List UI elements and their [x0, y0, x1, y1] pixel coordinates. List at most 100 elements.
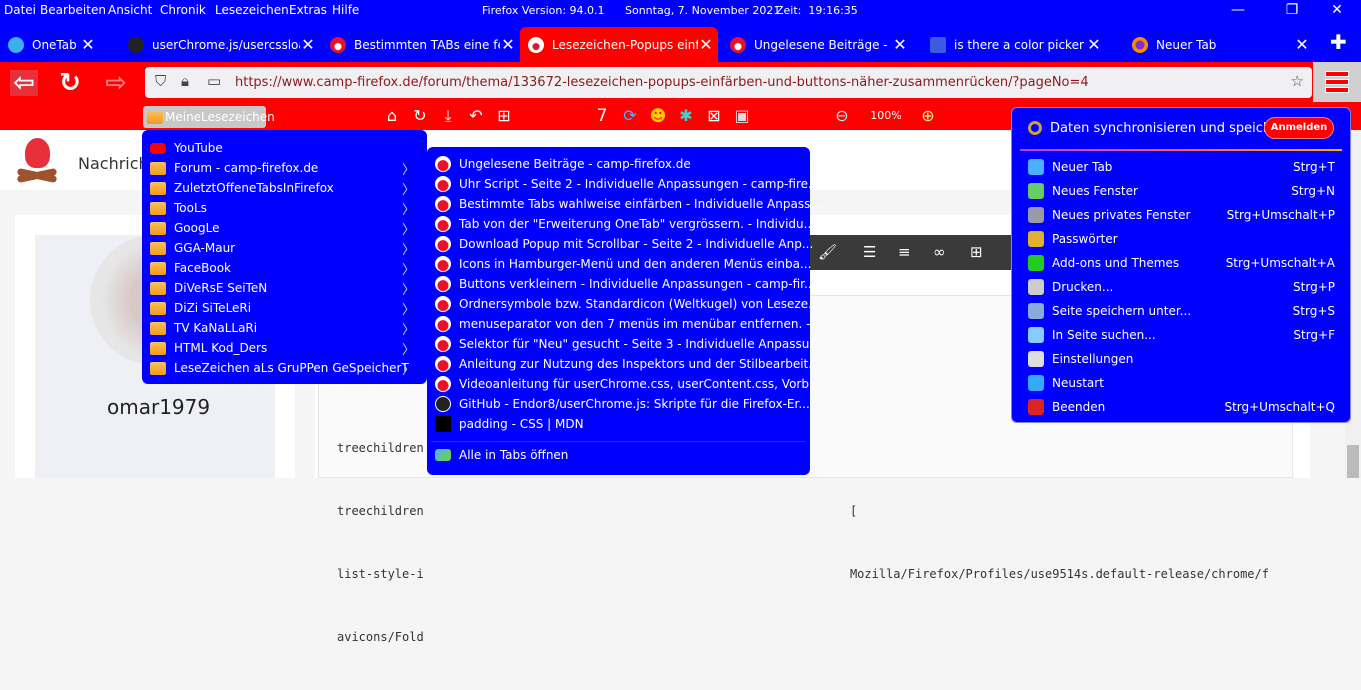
zoom-level[interactable]: 100%: [868, 106, 904, 126]
reload-button[interactable]: ↻: [56, 70, 84, 96]
app-menu-item[interactable]: Passwörter: [1012, 227, 1350, 251]
zoom-in-icon[interactable]: ⊕: [918, 106, 938, 126]
open-all-in-tabs[interactable]: Alle in Tabs öffnen: [427, 445, 810, 465]
bookmark-item[interactable]: Selektor für "Neu" gesucht - Seite 3 - I…: [427, 334, 821, 354]
grid-icon[interactable]: ⊞: [494, 106, 514, 126]
bookmark-folder-item[interactable]: HTML Kod_Ders 〉: [142, 338, 427, 358]
app-menu-item[interactable]: Neues Fenster Strg+N: [1012, 179, 1350, 203]
bookmark-folder-item[interactable]: Forum - camp-firefox.de 〉: [142, 158, 427, 178]
close-tab-icon[interactable]: ✕: [500, 35, 516, 54]
menu-lesezeichen[interactable]: Lesezeichen: [215, 3, 289, 17]
reader-icon[interactable]: ▭: [207, 72, 221, 90]
menu-ansicht[interactable]: Ansicht: [108, 3, 152, 17]
app-menu-item[interactable]: Beenden Strg+Umschalt+Q: [1012, 395, 1350, 419]
bookmark-item[interactable]: Anleitung zur Nutzung des Inspektors und…: [427, 354, 820, 374]
time-display: Zeit: 19:16:35: [776, 4, 858, 17]
app-menu-item[interactable]: Add-ons und Themes Strg+Umschalt+A: [1012, 251, 1350, 275]
bookmark-item[interactable]: YouTube: [142, 138, 427, 158]
close-tab-icon[interactable]: ✕: [1086, 35, 1102, 54]
zoom-out-icon[interactable]: ⊖: [832, 106, 852, 126]
bookmark-item[interactable]: Buttons verkleinern - Individuelle Anpas…: [427, 274, 815, 294]
app-menu-item[interactable]: Seite speichern unter... Strg+S: [1012, 299, 1350, 323]
extension-icon[interactable]: ✱: [676, 106, 696, 126]
close-tab-icon[interactable]: ✕: [1294, 35, 1310, 54]
home-icon[interactable]: ⌂: [382, 106, 402, 126]
bookmark-item[interactable]: Tab von der "Erweiterung OneTab" vergrös…: [427, 214, 815, 234]
tab-onetab[interactable]: OneTab ✕: [0, 27, 100, 62]
close-tab-icon[interactable]: ✕: [300, 35, 316, 54]
menu-extras[interactable]: Extras: [289, 3, 327, 17]
forward-button[interactable]: ⇨: [102, 70, 130, 96]
folder-icon: [150, 161, 166, 175]
link-icon[interactable]: ∞: [933, 243, 946, 261]
restore-button[interactable]: ❐: [1277, 2, 1307, 18]
brush-icon[interactable]: 🖌︎: [818, 243, 837, 261]
bookmark-item[interactable]: menuseparator von den 7 menüs im menübar…: [427, 314, 822, 334]
menu-chronik[interactable]: Chronik: [160, 3, 206, 17]
bookmark-item[interactable]: GitHub - Endor8/userChrome.js: Skripte f…: [427, 394, 810, 414]
hamburger-menu-button[interactable]: [1313, 62, 1361, 102]
app-menu-item[interactable]: In Seite suchen... Strg+F: [1012, 323, 1350, 347]
align-icon[interactable]: ≡: [898, 243, 911, 261]
undo-close-icon[interactable]: ↶: [466, 106, 486, 126]
signin-button[interactable]: Anmelden: [1264, 117, 1334, 139]
site-nav-link[interactable]: Nachrich: [78, 154, 149, 173]
url-text[interactable]: https://www.camp-firefox.de/forum/thema/…: [235, 75, 1089, 90]
username[interactable]: omar1979: [107, 395, 210, 419]
app-menu-item[interactable]: Drucken... Strg+P: [1012, 275, 1350, 299]
bookmark-item[interactable]: Ordnersymbole bzw. Standardicon (Weltkug…: [427, 294, 820, 314]
bookmark-star-icon[interactable]: ☆: [1291, 72, 1304, 90]
bookmark-item[interactable]: Download Popup mit Scrollbar - Seite 2 -…: [427, 234, 813, 254]
bookmark-folder-item[interactable]: DiVeRsE SeiTeN 〉: [142, 278, 427, 298]
bookmark-folder-item[interactable]: FaceBook 〉: [142, 258, 427, 278]
bookmark-folder-item[interactable]: DiZi SiTeLeRi 〉: [142, 298, 427, 318]
bookmark-item[interactable]: Videoanleitung für userChrome.css, userC…: [427, 374, 820, 394]
close-tab-icon[interactable]: ✕: [80, 35, 96, 54]
shield-icon[interactable]: ⛉: [155, 72, 166, 90]
tab-neuer-tab[interactable]: Neuer Tab ✕: [1124, 27, 1314, 62]
menu-hilfe[interactable]: Hilfe: [332, 3, 359, 17]
close-window-button[interactable]: ✕: [1322, 2, 1352, 18]
app-menu-item[interactable]: Neues privates Fenster Strg+Umschalt+P: [1012, 203, 1350, 227]
bookmark-item[interactable]: Uhr Script - Seite 2 - Individuelle Anpa…: [427, 174, 819, 194]
bookmark-item[interactable]: Bestimmte Tabs wahlweise einfärben - Ind…: [427, 194, 822, 214]
new-tab-button[interactable]: ✚: [1330, 30, 1347, 54]
tools-icon[interactable]: ⊠: [704, 106, 724, 126]
tab-color-picker[interactable]: is there a color picker for the✕: [922, 27, 1106, 62]
tab-ungelesene[interactable]: Ungelesene Beiträge - camp-firefox✕: [722, 27, 912, 62]
table-icon[interactable]: ⊞: [970, 243, 983, 261]
chevron-right-icon: 〉: [401, 362, 415, 378]
counter-badge[interactable]: 7: [592, 106, 612, 126]
bookmark-folder-item[interactable]: TooLs 〉: [142, 198, 427, 218]
bookmark-folder-item[interactable]: GGA-Maur 〉: [142, 238, 427, 258]
app-menu-item[interactable]: Einstellungen: [1012, 347, 1350, 371]
bookmark-item[interactable]: Ungelesene Beiträge - camp-firefox.de: [427, 154, 810, 174]
minimize-button[interactable]: —: [1223, 2, 1253, 18]
back-button[interactable]: ⇦: [10, 70, 38, 96]
screenshot-icon[interactable]: ▣: [732, 106, 752, 126]
menu-bearbeiten[interactable]: Bearbeiten: [40, 3, 106, 17]
download-icon[interactable]: ⤓: [438, 106, 458, 126]
code-line: list-style-i Mozilla/Firefox/Profiles/us…: [337, 567, 1269, 581]
lock-icon[interactable]: 🔒︎: [181, 72, 189, 90]
tab-bestimmten[interactable]: Bestimmten TABs eine feste Farbe✕: [322, 27, 520, 62]
close-tab-icon[interactable]: ✕: [698, 35, 714, 54]
bookmark-folder-item[interactable]: ZuletztOffeneTabsInFirefox 〉: [142, 178, 427, 198]
app-menu-item[interactable]: Neuer Tab Strg+T: [1012, 155, 1350, 179]
close-tab-icon[interactable]: ✕: [892, 35, 908, 54]
tab-userchrome[interactable]: userChrome.js/usercssloader✕: [120, 27, 320, 62]
menu-datei[interactable]: Datei: [4, 3, 36, 17]
list-icon[interactable]: ☰: [863, 243, 876, 261]
reload-icon[interactable]: ↻: [410, 106, 430, 126]
bookmark-item[interactable]: padding - CSS | MDN: [427, 414, 810, 434]
url-bar[interactable]: ⛉ 🔒︎ ▭ https://www.camp-firefox.de/forum…: [145, 67, 1312, 98]
bookmark-item[interactable]: Icons in Hamburger-Menü und den anderen …: [427, 254, 811, 274]
sync-icon[interactable]: ⟳: [620, 106, 640, 126]
bookmark-folder-item[interactable]: LeseZeichen aLs GruPPen GeSpeicherT 〉: [142, 358, 427, 378]
tab-lesezeichen-popups[interactable]: Lesezeichen-Popups einfärben✕: [520, 27, 718, 62]
app-menu-item[interactable]: Neustart: [1012, 371, 1350, 395]
bookmark-folder-item[interactable]: GoogLe 〉: [142, 218, 427, 238]
emoji-icon[interactable]: ☻: [648, 106, 668, 126]
bookmark-folder-item[interactable]: TV KaNaLLaRi 〉: [142, 318, 427, 338]
bookmark-folder-meinelesezeichen[interactable]: MeineLesezeichen: [143, 106, 275, 128]
